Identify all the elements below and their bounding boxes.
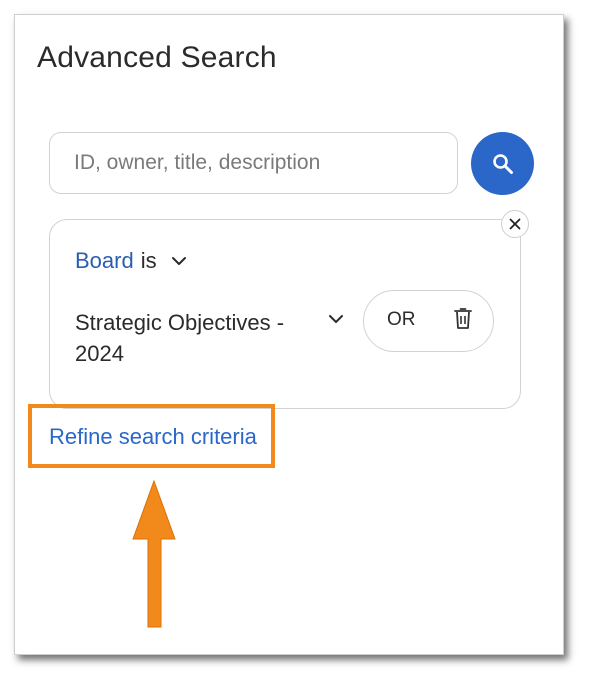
trash-icon xyxy=(454,308,472,329)
refine-search-link[interactable]: Refine search criteria xyxy=(49,424,257,450)
criteria-field-name: Board xyxy=(75,248,134,273)
value-dropdown-toggle[interactable] xyxy=(328,311,344,329)
delete-criteria-button[interactable] xyxy=(453,308,473,335)
remove-criteria-button[interactable] xyxy=(501,210,529,238)
criteria-operator: is xyxy=(140,248,157,273)
logic-pill xyxy=(363,290,494,352)
logic-or-button[interactable]: OR xyxy=(387,309,416,331)
chevron-down-icon xyxy=(329,315,343,323)
search-input[interactable] xyxy=(49,132,458,194)
page-title: Advanced Search xyxy=(37,41,277,74)
chevron-down-icon xyxy=(171,256,187,266)
close-icon xyxy=(509,218,521,230)
criteria-value: Strategic Objectives - 2024 xyxy=(75,310,285,366)
search-icon xyxy=(492,153,513,174)
criteria-field-selector[interactable]: Board is xyxy=(75,248,187,274)
search-button[interactable] xyxy=(471,132,534,195)
arrow-up-icon xyxy=(132,479,176,628)
advanced-search-panel: Advanced Search Board is Strategic Objec… xyxy=(14,14,564,655)
